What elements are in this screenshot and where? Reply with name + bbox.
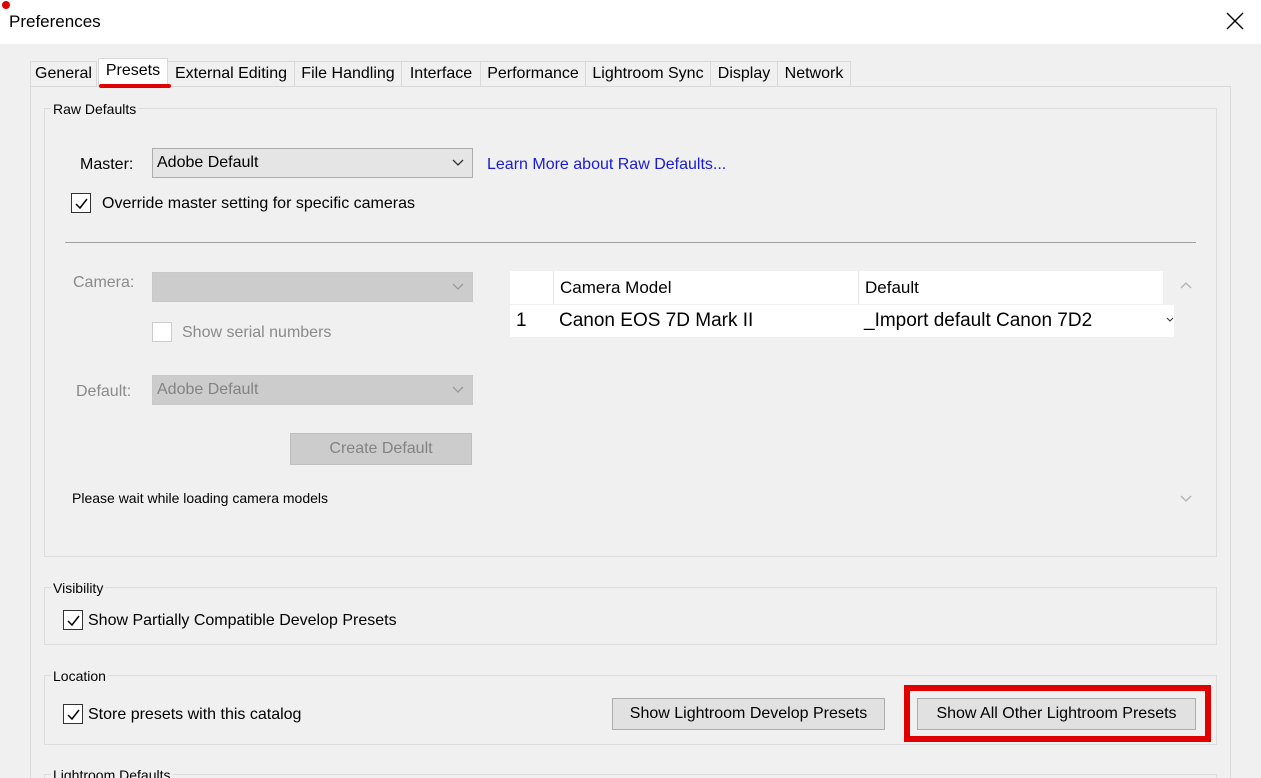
chevron-down-icon[interactable] — [1180, 495, 1192, 503]
override-checkbox[interactable] — [71, 193, 91, 213]
location-label: Location — [51, 668, 108, 684]
tab-external-editing[interactable]: External Editing — [167, 61, 295, 87]
column-header-default[interactable]: Default — [858, 271, 1164, 304]
annotation-dot — [2, 1, 10, 9]
raw-defaults-label: Raw Defaults — [51, 101, 139, 117]
tab-performance[interactable]: Performance — [480, 61, 586, 87]
active-tab-annotation — [99, 84, 171, 88]
tab-lightroom-sync[interactable]: Lightroom Sync — [585, 61, 711, 87]
highlight-annotation — [904, 685, 1211, 742]
lightroom-defaults-group — [44, 774, 1217, 778]
row-index: 1 — [516, 310, 527, 331]
learn-more-link[interactable]: Learn More about Raw Defaults... — [487, 156, 726, 174]
chevron-down-icon — [452, 386, 464, 393]
camera-label: Camera: — [73, 274, 135, 291]
table-row[interactable]: 1 Canon EOS 7D Mark II _Import default C… — [510, 305, 1174, 337]
row-camera-model: Canon EOS 7D Mark II — [559, 310, 754, 331]
store-presets-label: Store presets with this catalog — [88, 706, 302, 723]
check-icon — [67, 709, 80, 721]
tab-file-handling[interactable]: File Handling — [294, 61, 402, 87]
tab-network[interactable]: Network — [777, 61, 851, 87]
master-value: Adobe Default — [157, 154, 259, 171]
divider — [65, 242, 1196, 243]
show-serial-checkbox[interactable] — [152, 322, 172, 342]
lightroom-defaults-label: Lightroom Defaults — [51, 767, 173, 778]
default-value: Adobe Default — [157, 381, 259, 398]
table-header: Camera Model Default — [510, 271, 1163, 304]
chevron-up-icon[interactable] — [1180, 281, 1192, 289]
check-icon — [75, 198, 88, 210]
chevron-down-icon — [452, 283, 464, 290]
close-icon — [1226, 12, 1244, 30]
row-default[interactable]: _Import default Canon 7D2 — [864, 305, 1092, 337]
chevron-down-icon[interactable] — [1166, 317, 1174, 323]
tab-interface[interactable]: Interface — [401, 61, 481, 87]
visibility-label: Visibility — [51, 580, 106, 596]
default-dropdown[interactable]: Adobe Default — [152, 375, 473, 405]
window-title: Preferences — [9, 12, 101, 31]
title-bar: Preferences — [0, 0, 1261, 44]
loading-status: Please wait while loading camera models — [72, 490, 329, 506]
tab-display[interactable]: Display — [710, 61, 778, 87]
check-icon — [67, 615, 80, 627]
show-partial-label: Show Partially Compatible Develop Preset… — [88, 612, 397, 629]
column-header-camera-model[interactable]: Camera Model — [553, 271, 858, 304]
camera-defaults-table: Camera Model Default 1 Canon EOS 7D Mark… — [510, 271, 1174, 513]
master-label: Master: — [80, 156, 134, 173]
show-develop-presets-button[interactable]: Show Lightroom Develop Presets — [612, 698, 885, 730]
show-partial-checkbox[interactable] — [63, 610, 83, 630]
create-default-button[interactable]: Create Default — [290, 433, 472, 465]
store-presets-checkbox[interactable] — [63, 704, 83, 724]
default-label: Default: — [76, 383, 132, 400]
tab-general[interactable]: General — [30, 61, 97, 87]
override-label: Override master setting for specific cam… — [102, 195, 415, 212]
show-serial-label: Show serial numbers — [182, 324, 332, 341]
camera-dropdown[interactable] — [152, 272, 473, 302]
close-button[interactable] — [1216, 4, 1254, 38]
master-dropdown[interactable]: Adobe Default — [152, 148, 473, 178]
chevron-down-icon — [452, 159, 464, 166]
tab-presets[interactable]: Presets — [98, 58, 168, 87]
table-scrollbar[interactable] — [1176, 271, 1196, 513]
